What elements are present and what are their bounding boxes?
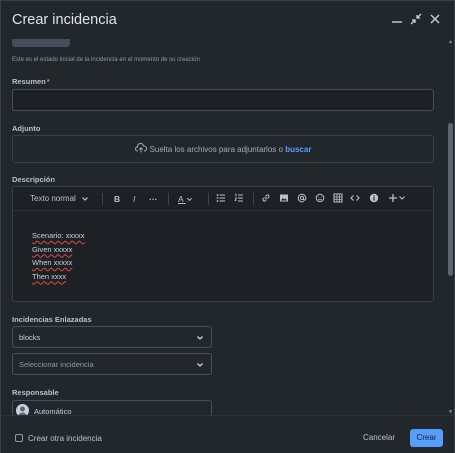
minimize-icon[interactable] [390, 12, 404, 26]
dropzone-text: Suelta los archivos para adjuntarlos o [149, 145, 283, 155]
info-icon[interactable] [369, 193, 379, 206]
collapse-icon[interactable] [409, 12, 423, 26]
attachment-label: Adjunto [12, 124, 41, 133]
table-icon[interactable] [333, 193, 343, 206]
editor-toolbar: Texto normal B I ··· A [13, 187, 433, 211]
chevron-down-icon [186, 198, 192, 202]
description-line: Scenario: xxxxx [32, 231, 85, 240]
linked-issue-placeholder: Seleccionar incidencia [19, 360, 94, 369]
numbered-list-icon[interactable] [234, 193, 244, 206]
bullet-list-icon[interactable] [216, 193, 226, 206]
text-color-button[interactable]: A [178, 193, 193, 205]
emoji-icon[interactable] [315, 193, 325, 206]
more-formatting-button[interactable]: ··· [149, 193, 158, 205]
toolbar-divider [102, 193, 103, 205]
code-icon[interactable] [350, 193, 360, 206]
scroll-up-icon[interactable]: ▲ [448, 39, 453, 45]
toolbar-divider [253, 193, 254, 205]
summary-label: Resumen* [12, 77, 50, 86]
dialog-title: Crear incidencia [12, 12, 117, 28]
create-button[interactable]: Crear [410, 429, 443, 447]
assignee-select[interactable]: Automático [12, 400, 212, 415]
assignee-label: Responsable [12, 388, 59, 397]
linked-issue-select[interactable]: Seleccionar incidencia [12, 353, 212, 375]
dialog-body: Este es el estado inicial de la incidenc… [1, 39, 446, 415]
link-icon[interactable] [261, 193, 271, 206]
attachment-dropzone[interactable]: Suelta los archivos para adjuntarlos o b… [12, 135, 434, 163]
scrollbar-thumb[interactable] [448, 123, 453, 276]
summary-input[interactable] [12, 89, 434, 111]
cancel-button[interactable]: Cancelar [357, 429, 401, 447]
chevron-down-icon [197, 336, 203, 340]
description-editor[interactable]: Texto normal B I ··· A Scenario: xxxxx G… [12, 186, 434, 302]
dialog-footer: Crear otra incidencia Cancelar Crear [1, 415, 454, 453]
bold-button[interactable]: B [114, 193, 120, 205]
create-another-label[interactable]: Crear otra incidencia [28, 434, 102, 443]
description-line: Then xxxx [32, 271, 67, 281]
description-label: Descripción [12, 175, 55, 184]
cloud-upload-icon [134, 142, 147, 155]
chevron-down-icon [82, 196, 88, 201]
description-line: Given xxxxx [32, 244, 73, 254]
toolbar-divider [168, 193, 169, 205]
status-select[interactable] [12, 39, 70, 47]
italic-button[interactable]: I [133, 193, 135, 205]
description-content: Scenario: xxxxx Given xxxxx When xxxxx T… [32, 229, 85, 283]
create-another-checkbox[interactable] [15, 434, 23, 442]
link-type-select[interactable]: blocks [12, 326, 212, 348]
create-issue-dialog: Crear incidencia Este es el estado inici… [0, 0, 455, 453]
dialog-header: Crear incidencia [1, 1, 454, 39]
browse-link[interactable]: buscar [285, 145, 311, 154]
assignee-value: Automático [34, 407, 72, 415]
image-icon[interactable] [279, 193, 289, 206]
avatar [16, 404, 29, 415]
text-style-dropdown[interactable]: Texto normal [30, 193, 89, 205]
close-icon[interactable] [428, 12, 442, 26]
insert-more-icon[interactable] [388, 193, 406, 206]
toolbar-divider [208, 193, 209, 205]
status-help-text: Este es el estado inicial de la incidenc… [12, 57, 200, 63]
link-type-value: blocks [19, 333, 41, 342]
chevron-down-icon [197, 363, 203, 367]
mention-icon[interactable] [297, 193, 307, 206]
required-mark: * [46, 77, 50, 86]
scrollbar[interactable]: ▲ ▼ [447, 39, 454, 415]
linked-issues-label: Incidencias Enlazadas [12, 315, 92, 324]
description-line: When xxxxx [32, 258, 73, 267]
